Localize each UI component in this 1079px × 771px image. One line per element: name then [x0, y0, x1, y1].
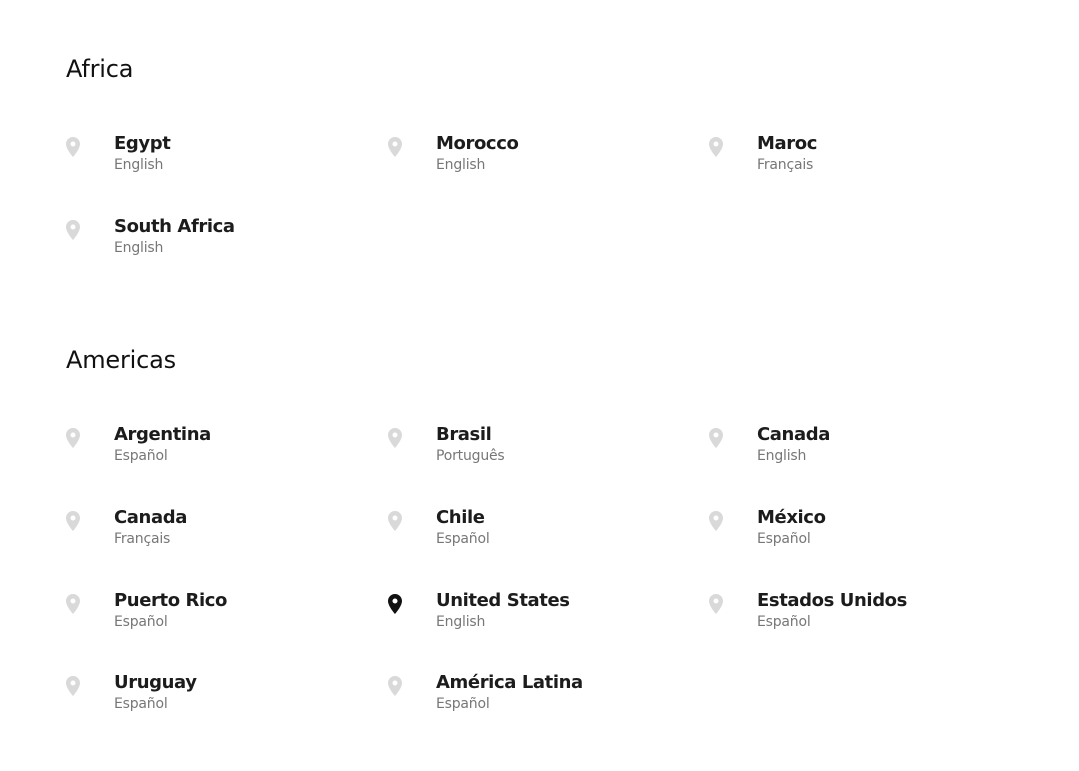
locale-item[interactable]: México Español	[709, 507, 1009, 561]
map-pin-icon	[388, 676, 402, 696]
country-name: Egypt	[114, 133, 171, 154]
region-title: Americas	[66, 346, 176, 374]
language-label: English	[114, 240, 164, 256]
country-name: Chile	[436, 507, 485, 528]
language-label: Español	[114, 448, 168, 464]
map-pin-icon	[709, 511, 723, 531]
map-pin-icon	[388, 428, 402, 448]
map-pin-icon	[388, 594, 402, 614]
country-name: Morocco	[436, 133, 519, 154]
locale-item-selected[interactable]: United States English	[388, 590, 688, 644]
language-label: English	[436, 614, 486, 630]
map-pin-icon	[66, 428, 80, 448]
locale-item[interactable]: Maroc Français	[709, 133, 1009, 187]
country-name: Canada	[114, 507, 187, 528]
locale-item[interactable]: Uruguay Español	[66, 672, 366, 726]
language-label: Português	[436, 448, 505, 464]
map-pin-icon	[709, 594, 723, 614]
map-pin-icon	[66, 594, 80, 614]
country-name: Brasil	[436, 424, 492, 445]
map-pin-icon	[709, 137, 723, 157]
country-name: South Africa	[114, 216, 235, 237]
language-label: English	[114, 157, 164, 173]
country-name: Uruguay	[114, 672, 197, 693]
country-name: América Latina	[436, 672, 583, 693]
map-pin-icon	[388, 511, 402, 531]
locale-item[interactable]: Canada Français	[66, 507, 366, 561]
language-label: Français	[757, 157, 814, 173]
country-name: México	[757, 507, 826, 528]
country-name: Canada	[757, 424, 830, 445]
country-name: Puerto Rico	[114, 590, 227, 611]
locale-item[interactable]: Estados Unidos Español	[709, 590, 1009, 644]
locale-item[interactable]: Canada English	[709, 424, 1009, 478]
language-label: Español	[436, 531, 490, 547]
region-title: Africa	[66, 55, 134, 83]
language-label: Español	[436, 696, 490, 712]
language-label: English	[757, 448, 807, 464]
language-label: Español	[114, 614, 168, 630]
map-pin-icon	[66, 676, 80, 696]
locale-item[interactable]: América Latina Español	[388, 672, 688, 726]
map-pin-icon	[388, 137, 402, 157]
locale-item[interactable]: Argentina Español	[66, 424, 366, 478]
language-label: English	[436, 157, 486, 173]
language-label: Español	[757, 614, 811, 630]
language-label: Español	[114, 696, 168, 712]
country-name: Maroc	[757, 133, 817, 154]
country-name: Argentina	[114, 424, 211, 445]
language-label: Français	[114, 531, 171, 547]
locale-item[interactable]: Puerto Rico Español	[66, 590, 366, 644]
locale-item[interactable]: Egypt English	[66, 133, 366, 187]
locale-item[interactable]: Chile Español	[388, 507, 688, 561]
language-label: Español	[757, 531, 811, 547]
map-pin-icon	[66, 511, 80, 531]
locale-item[interactable]: South Africa English	[66, 216, 366, 270]
locale-item[interactable]: Morocco English	[388, 133, 688, 187]
country-name: United States	[436, 590, 570, 611]
map-pin-icon	[66, 220, 80, 240]
map-pin-icon	[66, 137, 80, 157]
country-name: Estados Unidos	[757, 590, 907, 611]
locale-item[interactable]: Brasil Português	[388, 424, 688, 478]
map-pin-icon	[709, 428, 723, 448]
